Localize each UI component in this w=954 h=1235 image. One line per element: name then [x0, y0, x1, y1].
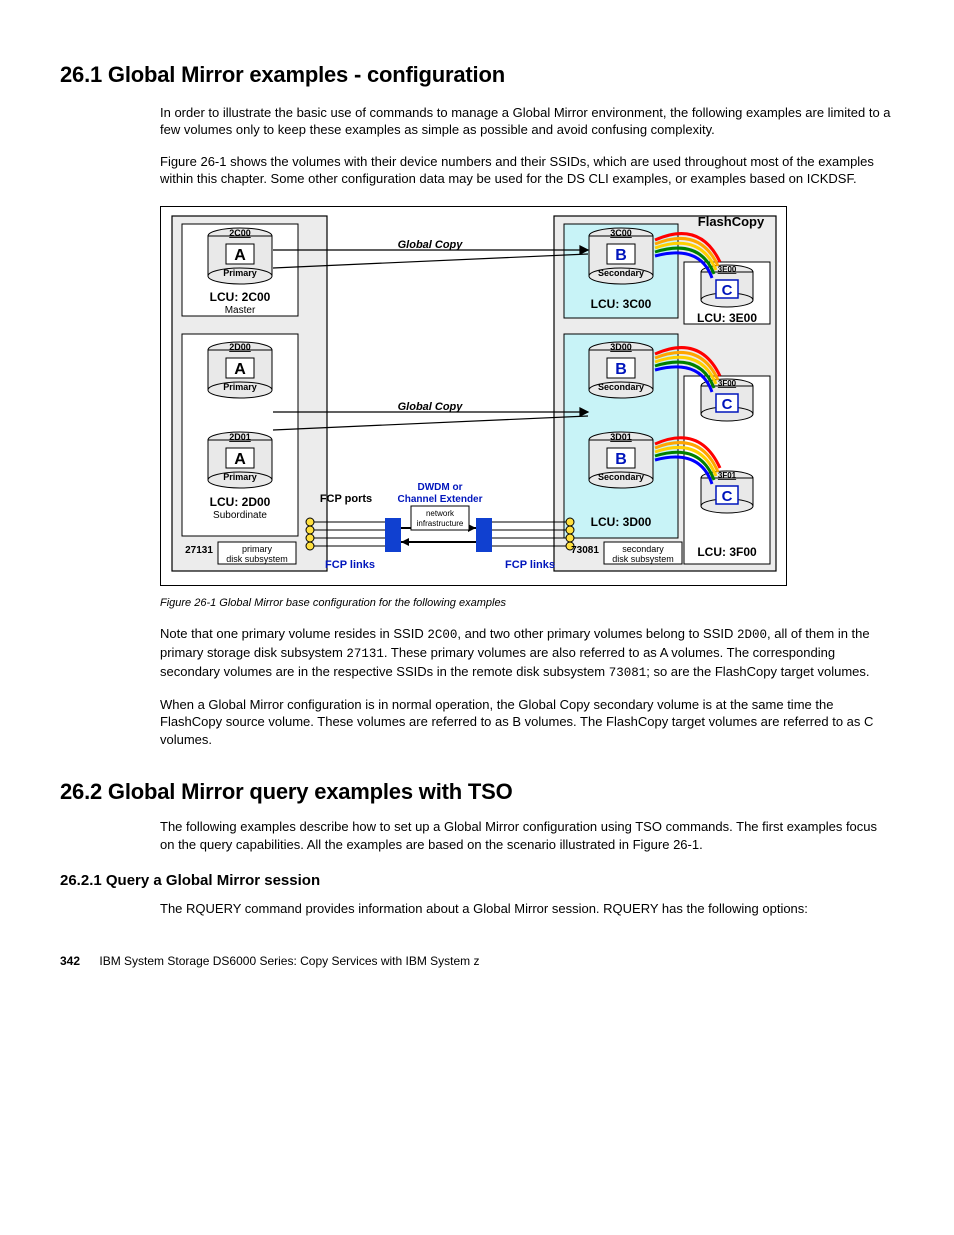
svg-text:3E00: 3E00 [718, 265, 737, 274]
svg-text:73081: 73081 [571, 545, 599, 556]
svg-text:Secondary: Secondary [598, 268, 644, 278]
svg-text:FCP links: FCP links [505, 559, 555, 571]
para: In order to illustrate the basic use of … [60, 104, 894, 139]
svg-text:2D01: 2D01 [229, 432, 251, 442]
svg-text:LCU: 2D00: LCU: 2D00 [210, 495, 271, 509]
svg-text:3C00: 3C00 [610, 228, 632, 238]
svg-text:B: B [615, 247, 627, 264]
svg-text:disk subsystem: disk subsystem [612, 554, 674, 564]
svg-text:LCU: 3F00: LCU: 3F00 [697, 545, 757, 559]
svg-text:FCP links: FCP links [325, 559, 375, 571]
svg-text:primary: primary [242, 544, 273, 554]
svg-text:LCU: 3D00: LCU: 3D00 [591, 515, 652, 529]
svg-text:A: A [234, 247, 246, 264]
page-number: 342 [60, 954, 80, 968]
page-footer: 342 IBM System Storage DS6000 Series: Co… [60, 953, 894, 969]
svg-text:Global Copy: Global Copy [398, 401, 464, 413]
section-heading-26-2: 26.2 Global Mirror query examples with T… [60, 777, 894, 807]
svg-text:Secondary: Secondary [598, 382, 644, 392]
svg-text:Channel Extender: Channel Extender [397, 494, 482, 505]
svg-text:infrastructure: infrastructure [417, 519, 464, 528]
svg-text:3D00: 3D00 [610, 342, 632, 352]
para: When a Global Mirror configuration is in… [60, 696, 894, 749]
svg-text:2D00: 2D00 [229, 342, 251, 352]
svg-text:disk subsystem: disk subsystem [226, 554, 288, 564]
book-title: IBM System Storage DS6000 Series: Copy S… [99, 954, 479, 968]
svg-text:LCU: 3E00: LCU: 3E00 [697, 311, 757, 325]
svg-text:3F00: 3F00 [718, 379, 737, 388]
figure-caption: Figure 26-1 Global Mirror base configura… [160, 596, 894, 611]
svg-text:secondary: secondary [622, 544, 664, 554]
svg-text:C: C [722, 488, 733, 505]
svg-text:B: B [615, 451, 627, 468]
svg-text:27131: 27131 [185, 545, 213, 556]
svg-text:Global Copy: Global Copy [398, 239, 464, 251]
svg-text:Secondary: Secondary [598, 472, 644, 482]
svg-text:DWDM or: DWDM or [418, 482, 463, 493]
svg-text:Primary: Primary [223, 472, 257, 482]
svg-text:A: A [234, 361, 246, 378]
para: Figure 26-1 shows the volumes with their… [60, 153, 894, 188]
para: The RQUERY command provides information … [60, 900, 894, 918]
para: The following examples describe how to s… [60, 818, 894, 853]
svg-text:C: C [722, 282, 733, 299]
svg-text:C: C [722, 396, 733, 413]
svg-text:A: A [234, 451, 246, 468]
para: Note that one primary volume resides in … [60, 625, 894, 682]
svg-text:Subordinate: Subordinate [213, 510, 267, 521]
subsection-heading-26-2-1: 26.2.1 Query a Global Mirror session [60, 871, 894, 891]
figure-26-1: A Primary 2C00 A Primary 2D00 A Primary … [160, 206, 894, 591]
svg-text:3F01: 3F01 [718, 471, 737, 480]
svg-text:2C00: 2C00 [229, 228, 251, 238]
svg-text:LCU: 3C00: LCU: 3C00 [591, 297, 652, 311]
svg-text:Master: Master [225, 305, 256, 316]
svg-text:network: network [426, 509, 455, 518]
svg-text:3D01: 3D01 [610, 432, 632, 442]
svg-text:FCP ports: FCP ports [320, 493, 372, 505]
svg-text:Primary: Primary [223, 382, 257, 392]
svg-text:FlashCopy: FlashCopy [698, 214, 765, 229]
section-heading-26-1: 26.1 Global Mirror examples - configurat… [60, 60, 894, 90]
svg-text:Primary: Primary [223, 268, 257, 278]
svg-text:LCU: 2C00: LCU: 2C00 [210, 290, 271, 304]
svg-text:B: B [615, 361, 627, 378]
